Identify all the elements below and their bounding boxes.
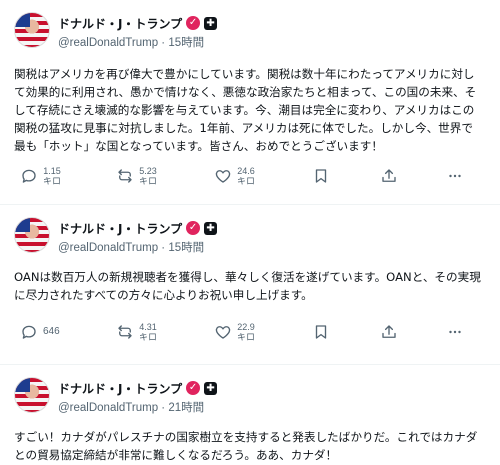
author-name[interactable]: ドナルド・J・トランプ — [58, 380, 182, 397]
verified-badge-icon: ✓ — [186, 16, 201, 30]
reply-button[interactable]: 1.15 キロ — [20, 166, 61, 186]
repost-count: 4.31 キロ — [139, 322, 158, 342]
reply-icon — [22, 325, 36, 339]
author-handle[interactable]: @realDonaldTrump — [58, 242, 158, 254]
avatar[interactable] — [14, 377, 50, 413]
handle-row: @realDonaldTrump · 15時間 — [58, 239, 204, 255]
handle-row: @realDonaldTrump · 15時間 — [58, 34, 204, 50]
verified-badge-icon: ✓ — [186, 381, 201, 395]
repost-button[interactable]: 5.23 キロ — [116, 166, 157, 186]
share-button[interactable] — [380, 322, 398, 342]
reply-count: 1.15 キロ — [43, 166, 62, 186]
separator-dot: · — [161, 242, 166, 254]
like-count: 22.9 キロ — [237, 322, 256, 342]
post-time[interactable]: 15時間 — [168, 37, 204, 49]
reply-count: 646 — [43, 326, 60, 337]
bookmark-icon — [315, 169, 327, 183]
author-row: ドナルド・J・トランプ ✓ ✚ — [58, 379, 218, 397]
like-button[interactable]: 24.6 キロ — [214, 166, 255, 186]
separator-dot: · — [161, 402, 166, 414]
heart-icon — [215, 170, 231, 183]
share-icon — [382, 169, 396, 182]
action-bar: 646 4.31 キロ 22.9 キロ — [20, 322, 480, 342]
bookmark-icon — [315, 325, 327, 339]
more-button[interactable] — [446, 166, 464, 186]
affiliate-badge-icon[interactable]: ✚ — [204, 16, 218, 30]
more-icon — [449, 174, 461, 178]
share-icon — [382, 325, 396, 338]
share-button[interactable] — [380, 166, 398, 186]
avatar[interactable] — [14, 12, 50, 48]
more-icon — [449, 330, 461, 334]
more-button[interactable] — [446, 322, 464, 342]
reply-icon — [22, 169, 36, 183]
post-text: OANは数百万人の新規視聴者を獲得し、華々しく復活を遂げています。OANと、その… — [14, 270, 481, 302]
post[interactable]: ドナルド・J・トランプ ✓ ✚ @realDonaldTrump · 21時間 … — [0, 365, 500, 465]
post-time[interactable]: 21時間 — [168, 402, 204, 414]
avatar[interactable] — [14, 217, 50, 253]
author-row: ドナルド・J・トランプ ✓ ✚ — [58, 14, 218, 32]
post-time[interactable]: 15時間 — [168, 242, 204, 254]
post[interactable]: ドナルド・J・トランプ ✓ ✚ @realDonaldTrump · 15時間 … — [0, 205, 500, 365]
timeline-feed: ドナルド・J・トランプ ✓ ✚ @realDonaldTrump · 15時間 … — [0, 0, 500, 465]
handle-row: @realDonaldTrump · 21時間 — [58, 399, 204, 415]
post[interactable]: ドナルド・J・トランプ ✓ ✚ @realDonaldTrump · 15時間 … — [0, 0, 500, 205]
like-count: 24.6 キロ — [237, 166, 256, 186]
author-handle[interactable]: @realDonaldTrump — [58, 402, 158, 414]
bookmark-button[interactable] — [312, 166, 330, 186]
repost-icon — [118, 325, 132, 339]
separator-dot: · — [161, 37, 166, 49]
author-name[interactable]: ドナルド・J・トランプ — [58, 15, 182, 32]
affiliate-badge-icon[interactable]: ✚ — [204, 221, 218, 235]
action-bar: 1.15 キロ 5.23 キロ 24.6 キロ — [20, 166, 480, 186]
author-name[interactable]: ドナルド・J・トランプ — [58, 220, 182, 237]
repost-icon — [118, 169, 132, 183]
repost-button[interactable]: 4.31 キロ — [116, 322, 157, 342]
repost-count: 5.23 キロ — [139, 166, 158, 186]
post-text: すごい！カナダがパレスチナの国家樹立を支持すると発表したばかりだ。これではカナダ… — [14, 430, 478, 462]
author-handle[interactable]: @realDonaldTrump — [58, 37, 158, 49]
post-text: 関税はアメリカを再び偉大で豊かにしています。関税は数十年にわたってアメリカに対し… — [14, 67, 477, 153]
heart-icon — [215, 326, 231, 339]
affiliate-badge-icon[interactable]: ✚ — [204, 381, 218, 395]
verified-badge-icon: ✓ — [186, 221, 201, 235]
like-button[interactable]: 22.9 キロ — [214, 322, 255, 342]
bookmark-button[interactable] — [312, 322, 330, 342]
author-row: ドナルド・J・トランプ ✓ ✚ — [58, 219, 218, 237]
reply-button[interactable]: 646 — [20, 322, 60, 342]
